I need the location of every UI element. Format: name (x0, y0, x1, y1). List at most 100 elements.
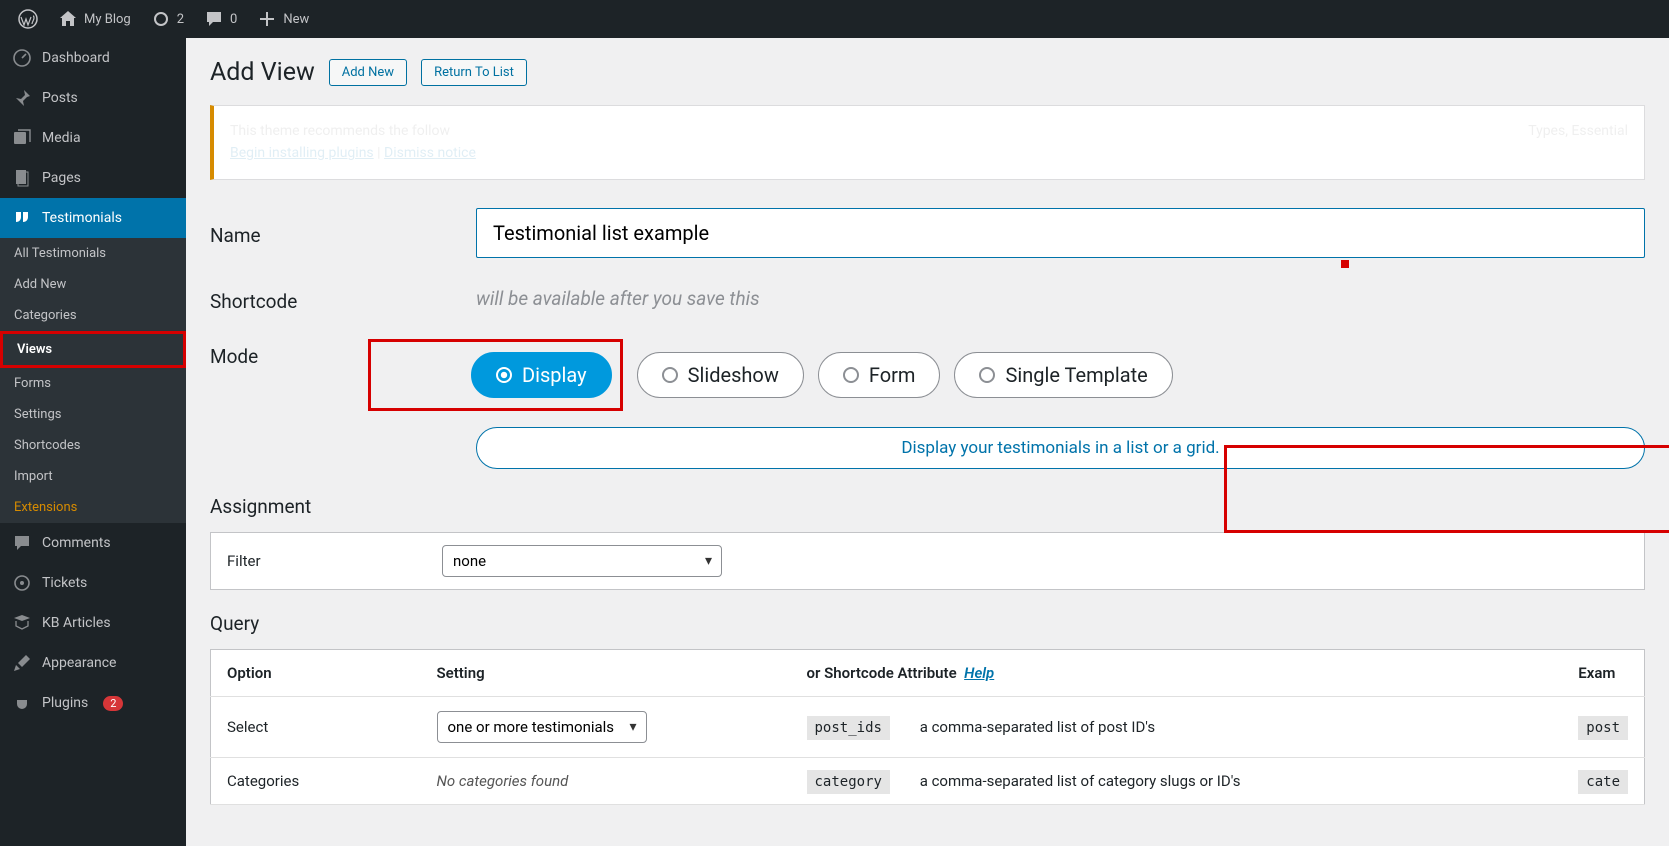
radio-icon (843, 367, 859, 383)
sub-shortcodes[interactable]: Shortcodes (0, 430, 186, 461)
sidebar-item-dashboard[interactable]: Dashboard (0, 38, 186, 78)
sub-extensions[interactable]: Extensions (0, 492, 186, 523)
home-icon (58, 9, 78, 29)
new-content[interactable]: New (247, 0, 319, 38)
mode-form-button[interactable]: Form (818, 352, 941, 398)
notice-sep: | (374, 145, 384, 161)
query-row-select: Select one or more testimonials post_ids… (211, 696, 1645, 757)
radio-icon (979, 367, 995, 383)
mode-button-group: Display Slideshow Form Single Template (476, 339, 1645, 411)
sidebar-item-kb[interactable]: KB Articles (0, 603, 186, 643)
shortcode-hint: will be available after you save this (476, 287, 760, 310)
page-icon (12, 168, 32, 188)
mode-description: Display your testimonials in a list or a… (476, 427, 1645, 469)
sidebar-label: Media (42, 130, 81, 146)
mode-slideshow-button[interactable]: Slideshow (637, 352, 804, 398)
query-row-categories: Categories No categories found category … (211, 757, 1645, 804)
dashboard-icon (12, 48, 32, 68)
code-post-ids: post_ids (807, 716, 890, 740)
pin-icon (12, 88, 32, 108)
assignment-panel: Filter none (210, 532, 1645, 590)
radio-icon (662, 367, 678, 383)
shortcode-row: Shortcode will be available after you sa… (210, 284, 1645, 313)
code-category: category (807, 770, 890, 794)
name-input[interactable] (476, 208, 1645, 258)
cell-attr: category a comma-separated list of categ… (791, 757, 1563, 804)
cell-setting: No categories found (421, 757, 791, 804)
sidebar-label: KB Articles (42, 615, 111, 631)
sidebar-label: Comments (42, 535, 111, 551)
dismiss-notice-link[interactable]: Dismiss notice (384, 145, 476, 161)
th-option: Option (211, 649, 421, 696)
site-home[interactable]: My Blog (48, 0, 141, 38)
comment-icon (12, 533, 32, 553)
sidebar-label: Appearance (42, 655, 116, 671)
updates-count: 2 (177, 12, 184, 27)
sidebar-item-comments[interactable]: Comments (0, 523, 186, 563)
cell-attr: post_ids a comma-separated list of post … (791, 696, 1563, 757)
sub-import[interactable]: Import (0, 461, 186, 492)
mode-single-template-button[interactable]: Single Template (954, 352, 1172, 398)
cell-exam: cate (1562, 757, 1644, 804)
wordpress-icon (18, 9, 38, 29)
name-label: Name (210, 218, 476, 247)
exam-code: post (1578, 716, 1628, 740)
filter-select[interactable]: none (442, 545, 722, 577)
shortcode-label: Shortcode (210, 284, 476, 313)
plugin-notice: This theme recommends the follow Types, … (210, 105, 1645, 180)
th-exam: Exam (1562, 649, 1644, 696)
brush-icon (12, 653, 32, 673)
return-to-list-button[interactable]: Return To List (421, 59, 527, 86)
sub-views[interactable]: Views (0, 331, 186, 368)
sub-forms[interactable]: Forms (0, 368, 186, 399)
mode-row: Mode Display Slideshow Form Single Templ… (210, 339, 1645, 469)
new-label: New (283, 12, 309, 27)
media-icon (12, 128, 32, 148)
sub-categories[interactable]: Categories (0, 300, 186, 331)
no-categories-text: No categories found (437, 772, 569, 790)
sidebar-item-appearance[interactable]: Appearance (0, 643, 186, 683)
sidebar-label: Plugins (42, 695, 88, 711)
plus-icon (257, 9, 277, 29)
mode-display-button[interactable]: Display (471, 352, 612, 398)
cell-option: Select (211, 696, 421, 757)
mode-label-text: Display (522, 363, 587, 387)
select-posts-dropdown[interactable]: one or more testimonials (437, 711, 647, 743)
kb-icon (12, 613, 32, 633)
sidebar-item-plugins[interactable]: Plugins2 (0, 683, 186, 723)
sidebar-item-tickets[interactable]: Tickets (0, 563, 186, 603)
refresh-icon (151, 9, 171, 29)
attr-desc: a comma-separated list of post ID's (920, 718, 1155, 736)
page-title: Add View (210, 58, 315, 87)
comment-icon (204, 9, 224, 29)
th-setting: Setting (421, 649, 791, 696)
sub-add-new[interactable]: Add New (0, 269, 186, 300)
help-link[interactable]: Help (964, 664, 994, 682)
sidebar-item-media[interactable]: Media (0, 118, 186, 158)
main-content: Add View Add New Return To List This the… (186, 38, 1669, 846)
begin-installing-link[interactable]: Begin installing plugins (230, 145, 374, 161)
sidebar-item-posts[interactable]: Posts (0, 78, 186, 118)
sub-all-testimonials[interactable]: All Testimonials (0, 238, 186, 269)
mode-display-highlight: Display (368, 339, 623, 411)
wp-logo[interactable] (8, 0, 48, 38)
plug-icon (12, 693, 32, 713)
admin-sidebar: Dashboard Posts Media Pages Testimonials… (0, 38, 186, 846)
sidebar-label: Tickets (42, 575, 87, 591)
add-new-button[interactable]: Add New (329, 59, 407, 86)
comments-bubble[interactable]: 0 (194, 0, 247, 38)
assignment-title: Assignment (210, 495, 1645, 518)
sub-settings[interactable]: Settings (0, 399, 186, 430)
sidebar-item-testimonials[interactable]: Testimonials (0, 198, 186, 238)
name-row: Name (210, 208, 1645, 258)
quote-icon (12, 208, 32, 228)
updates[interactable]: 2 (141, 0, 194, 38)
sidebar-item-pages[interactable]: Pages (0, 158, 186, 198)
mode-label-text: Form (869, 363, 916, 387)
page-header: Add View Add New Return To List (210, 58, 1645, 87)
notice-text-1b: Types, Essential (1528, 120, 1628, 142)
site-name: My Blog (84, 12, 131, 27)
mode-label-text: Slideshow (688, 363, 779, 387)
th-attr: or Shortcode Attribute Help (791, 649, 1563, 696)
exam-code: cate (1578, 770, 1628, 794)
